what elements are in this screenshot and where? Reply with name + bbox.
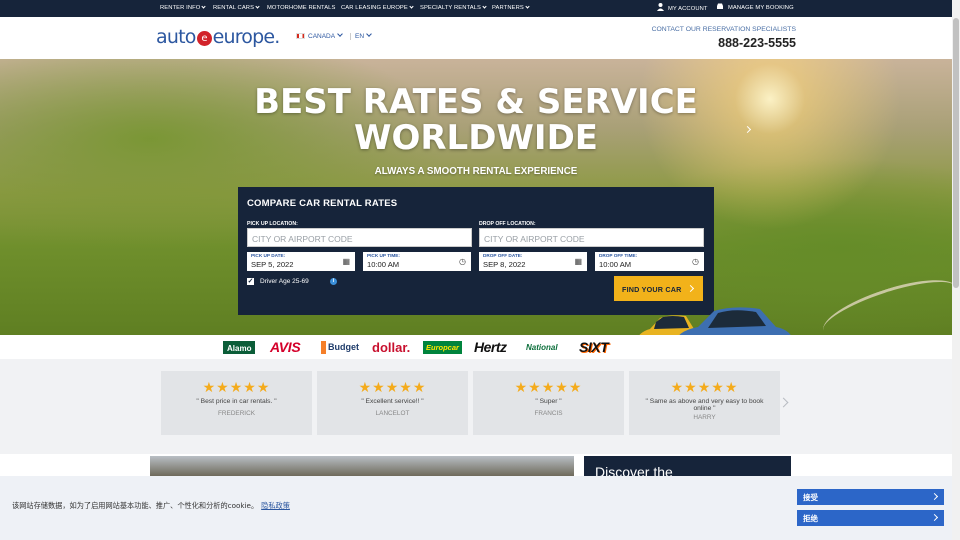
pickup-date-value: SEP 5, 2022 xyxy=(251,260,294,269)
chevron-down-icon xyxy=(482,4,487,9)
clock-icon[interactable]: ◷ xyxy=(459,257,466,266)
cookie-consent-banner: 该网站存储数据，如为了启用网站基本功能、推广、个性化和分析的cookie。 隐私政… xyxy=(0,476,952,540)
contact-label: CONTACT OUR RESERVATION SPECIALISTS xyxy=(651,26,796,33)
scrollbar-thumb[interactable] xyxy=(953,18,959,288)
chevron-down-icon xyxy=(409,4,414,9)
dropoff-time-value: 10:00 AM xyxy=(599,260,632,269)
chevron-down-icon xyxy=(366,31,372,37)
winding-road xyxy=(817,268,960,335)
star-rating: ★★★★★ xyxy=(202,379,271,395)
phone-number[interactable]: 888-223-5555 xyxy=(718,36,796,50)
nav-specialty-rentals[interactable]: SPECIALTY RENTALS xyxy=(420,4,487,11)
top-navigation: RENTER INFO RENTAL CARS MOTORHOME RENTAL… xyxy=(0,0,960,17)
pickup-time-value: 10:00 AM xyxy=(367,260,400,269)
pickup-location-label: PICK UP LOCATION: xyxy=(247,221,298,227)
nav-rental-cars[interactable]: RENTAL CARS xyxy=(213,4,260,11)
dropoff-location-input[interactable]: CITY OR AIRPORT CODE xyxy=(479,228,704,247)
brand-logo-dollar[interactable]: dollar. xyxy=(372,341,410,354)
review-card: ★★★★★ " Excellent service!! " LANCELOT xyxy=(317,371,468,435)
hero-title: BEST RATES & SERVICE WORLDWIDE xyxy=(254,82,698,158)
discover-panel: Discover the xyxy=(584,456,791,476)
manage-booking-link[interactable]: MANAGE MY BOOKING xyxy=(716,3,794,11)
dropoff-date-label: DROP OFF DATE: xyxy=(483,253,523,258)
privacy-policy-link[interactable]: 隐私政策 xyxy=(261,501,290,510)
dropoff-time-label: DROP OFF TIME: xyxy=(599,253,638,258)
chevron-down-icon xyxy=(255,4,260,9)
chevron-down-icon xyxy=(525,4,530,9)
chevron-right-icon xyxy=(930,492,939,501)
info-icon[interactable]: i xyxy=(330,278,337,285)
star-rating: ★★★★★ xyxy=(358,379,427,395)
reviews-next-icon[interactable] xyxy=(778,397,789,408)
hero-subtitle: ALWAYS A SMOOTH RENTAL EXPERIENCE xyxy=(374,166,578,177)
cookie-text: 该网站存储数据，如为了启用网站基本功能、推广、个性化和分析的cookie。 隐私政… xyxy=(12,501,290,510)
car-rental-search-form: COMPARE CAR RENTAL RATES PICK UP LOCATIO… xyxy=(238,187,714,315)
dropoff-date-value: SEP 8, 2022 xyxy=(483,260,526,269)
country-selector[interactable]: CANADA xyxy=(296,31,343,40)
nav-partners[interactable]: PARTNERS xyxy=(492,4,530,11)
review-card: ★★★★★ " Super " FRANCIS xyxy=(473,371,624,435)
site-header: auto e europe. CANADA EN CONTACT OUR RESER… xyxy=(0,17,960,59)
find-your-car-button[interactable]: FIND YOUR CAR xyxy=(614,276,703,301)
driver-age-label: Driver Age 25-69 xyxy=(260,278,309,285)
auto-europe-logo[interactable]: auto e europe. xyxy=(156,26,280,48)
reviewer-name: LANCELOT xyxy=(375,410,410,417)
user-icon xyxy=(657,3,664,11)
chevron-right-icon xyxy=(930,513,939,522)
pickup-date-label: PICK UP DATE: xyxy=(251,253,286,258)
calendar-icon[interactable]: ▦ xyxy=(342,257,350,266)
chevron-right-icon xyxy=(686,284,695,293)
brand-logo-national[interactable]: National xyxy=(526,341,558,354)
dropoff-location-label: DROP OFF LOCATION: xyxy=(479,221,536,227)
brand-logo-europcar[interactable]: Europcar xyxy=(423,341,462,354)
brand-logo-avis[interactable]: AVIS xyxy=(270,340,301,354)
brand-logo-sixt[interactable]: SIXT xyxy=(579,340,609,354)
pickup-date-field[interactable]: PICK UP DATE: SEP 5, 2022 ▦ xyxy=(247,252,355,271)
destination-image xyxy=(150,456,574,476)
page-scrollbar[interactable] xyxy=(952,0,960,540)
review-text: " Same as above and very easy to book on… xyxy=(645,398,764,412)
chevron-down-icon xyxy=(337,31,343,37)
my-account-link[interactable]: MY ACCOUNT xyxy=(657,3,708,12)
star-rating: ★★★★★ xyxy=(514,379,583,395)
review-text: " Super " xyxy=(535,398,562,405)
review-text: " Best price in car rentals. " xyxy=(196,398,277,405)
pickup-time-field[interactable]: PICK UP TIME: 10:00 AM ◷ xyxy=(363,252,471,271)
brand-logo-budget[interactable]: Budget xyxy=(321,341,359,354)
rental-brands-strip: Alamo AVIS Budget dollar. Europcar Hertz… xyxy=(0,335,952,359)
language-selector[interactable]: EN xyxy=(350,31,372,40)
pickup-location-input[interactable]: CITY OR AIRPORT CODE xyxy=(247,228,472,247)
review-text: " Excellent service!! " xyxy=(361,398,424,405)
review-card: ★★★★★ " Best price in car rentals. " FRE… xyxy=(161,371,312,435)
dropoff-time-field[interactable]: DROP OFF TIME: 10:00 AM ◷ xyxy=(595,252,704,271)
cookie-accept-button[interactable]: 接受 xyxy=(797,489,944,505)
brand-logo-hertz[interactable]: Hertz xyxy=(474,340,507,354)
customer-reviews: ★★★★★ " Best price in car rentals. " FRE… xyxy=(0,359,952,454)
star-rating: ★★★★★ xyxy=(670,379,739,395)
reviewer-name: FRANCIS xyxy=(534,410,563,417)
nav-car-leasing-europe[interactable]: CAR LEASING EUROPE xyxy=(341,4,414,11)
car-icon xyxy=(717,3,723,9)
driver-age-checkbox[interactable]: ✓ xyxy=(247,278,254,285)
form-title: COMPARE CAR RENTAL RATES xyxy=(247,198,398,209)
review-card: ★★★★★ " Same as above and very easy to b… xyxy=(629,371,780,435)
reviewer-name: FREDERICK xyxy=(218,410,255,417)
pickup-time-label: PICK UP TIME: xyxy=(367,253,400,258)
nav-motorhome-rentals[interactable]: MOTORHOME RENTALS xyxy=(267,5,335,11)
chevron-down-icon xyxy=(201,4,207,9)
calendar-icon[interactable]: ▦ xyxy=(574,257,582,266)
reviewer-name: HARRY xyxy=(693,414,716,421)
nav-renter-info[interactable]: RENTER INFO xyxy=(160,4,207,11)
canada-flag-icon xyxy=(296,33,305,39)
clock-icon[interactable]: ◷ xyxy=(692,257,699,266)
brand-logo-alamo[interactable]: Alamo xyxy=(223,341,256,354)
cookie-reject-button[interactable]: 拒绝 xyxy=(797,510,944,526)
dropoff-date-field[interactable]: DROP OFF DATE: SEP 8, 2022 ▦ xyxy=(479,252,587,271)
